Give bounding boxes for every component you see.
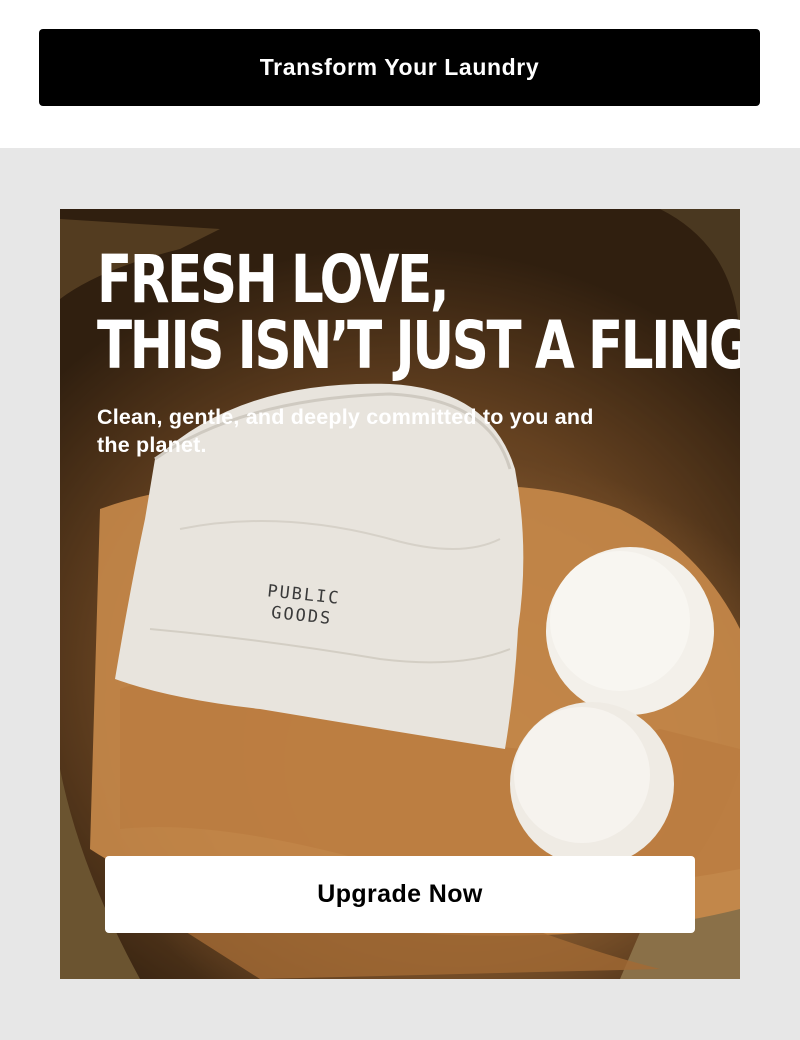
headline-line-2: THIS ISN’T JUST A FLING (97, 307, 740, 384)
hero-headline: FRESH LOVE, THIS ISN’T JUST A FLING (97, 241, 740, 384)
headline-line-1: FRESH LOVE, (97, 241, 450, 318)
upgrade-now-button[interactable]: Upgrade Now (105, 856, 695, 933)
top-bar: Transform Your Laundry (0, 0, 800, 148)
hero-subhead: Clean, gentle, and deeply committed to y… (97, 405, 594, 457)
public-goods-bag-logo: PUBLIC GOODS (266, 581, 342, 630)
hero-banner[interactable]: FRESH LOVE, THIS ISN’T JUST A FLING Clea… (60, 209, 740, 979)
transform-laundry-button[interactable]: Transform Your Laundry (39, 29, 760, 106)
